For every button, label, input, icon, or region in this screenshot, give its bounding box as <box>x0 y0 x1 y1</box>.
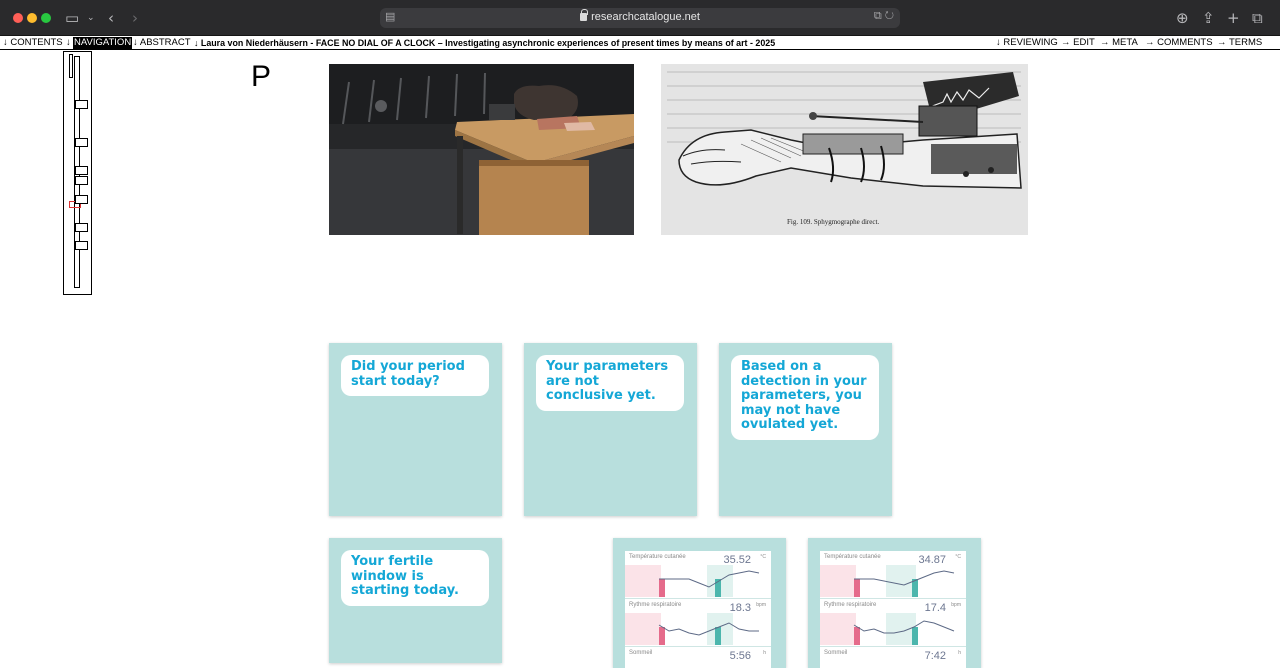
tab-overview-icon[interactable]: ⧉ <box>1252 9 1263 27</box>
metric-respiratory-rate: Rythme respiratoire 17.4 bpm <box>820 599 966 647</box>
metric-value: 7:42 <box>924 650 946 662</box>
exposition-title: ↓ Laura von Niederhäusern - FACE NO DIAL… <box>194 38 776 48</box>
notification-bubble: Did your period start today? <box>341 355 489 397</box>
navigator-block[interactable] <box>75 223 88 232</box>
engraving-caption: Fig. 109. Sphygmographe direct. <box>787 218 879 226</box>
section-letter: P <box>251 60 272 93</box>
navigator-block[interactable] <box>75 138 88 147</box>
metric-label: Rythme respiratoire <box>824 602 877 608</box>
metric-unit: h <box>763 650 766 656</box>
reload-icon[interactable]: ⧉ ↻ <box>874 10 894 23</box>
metric-label: Rythme respiratoire <box>629 602 682 608</box>
notification-bubble: Your parameters are not conclusive yet. <box>536 355 684 411</box>
navigator-scroll-marker[interactable] <box>69 54 73 78</box>
exposition-navigator[interactable] <box>63 51 92 295</box>
metrics-panel: Température cutanée 35.52 °C Rythme resp… <box>625 551 771 668</box>
metric-skin-temperature: Température cutanée 34.87 °C <box>820 551 966 599</box>
contents-link[interactable]: ↓ CONTENTS <box>3 37 63 49</box>
metric-label: Température cutanée <box>629 554 686 560</box>
meta-link[interactable]: → META <box>1100 37 1138 49</box>
metric-unit: bpm <box>756 602 766 608</box>
back-arrow-icon[interactable]: ‹ <box>108 9 114 27</box>
metric-unit: °C <box>955 554 961 560</box>
metric-sleep: Sommeil 5:56 h <box>625 647 771 668</box>
forward-arrow-icon[interactable]: › <box>132 9 138 27</box>
lock-icon <box>580 9 589 21</box>
respiration-sparkline <box>820 613 955 645</box>
sidebar-icon[interactable]: ▭ <box>65 9 79 27</box>
metric-unit: bpm <box>951 602 961 608</box>
metric-unit: °C <box>760 554 766 560</box>
browser-toolbar: ▭ ⌄ ‹ › ▤ researchcatalogue.net ⧉ ↻ ⊕ ⇪ … <box>0 0 1280 36</box>
address-bar[interactable]: ▤ researchcatalogue.net ⧉ ↻ <box>380 8 900 28</box>
respiration-sparkline <box>625 613 759 645</box>
research-catalogue-menu: ↓ CONTENTS ↓ NAVIGATION ↓ ABSTRACT ↓ Lau… <box>0 37 1280 50</box>
metric-label: Sommeil <box>824 650 848 656</box>
comments-link[interactable]: → COMMENTS <box>1145 37 1213 49</box>
metric-respiratory-rate: Rythme respiratoire 18.3 bpm <box>625 599 771 647</box>
download-icon[interactable]: ⊕ <box>1176 9 1189 27</box>
url-text: researchcatalogue.net <box>591 11 700 23</box>
metric-sleep: Sommeil 7:42 h <box>820 647 966 668</box>
chevron-down-icon[interactable]: ⌄ <box>87 9 95 27</box>
close-window-button[interactable] <box>13 13 23 23</box>
metric-value: 5:56 <box>729 650 751 662</box>
new-tab-icon[interactable]: + <box>1227 9 1240 27</box>
temperature-sparkline <box>625 565 760 597</box>
metrics-panel: Température cutanée 34.87 °C Rythme resp… <box>820 551 966 668</box>
metric-label: Sommeil <box>629 650 653 656</box>
share-icon[interactable]: ⇪ <box>1202 9 1215 27</box>
metric-skin-temperature: Température cutanée 35.52 °C <box>625 551 771 599</box>
navigator-block[interactable] <box>75 166 88 175</box>
minimize-window-button[interactable] <box>27 13 37 23</box>
navigator-block[interactable] <box>75 100 88 109</box>
engraving-sphygmograph-illustration: Fig. 109. Sphygmographe direct. <box>661 64 1028 235</box>
photo-person-resting-on-desk <box>329 64 634 235</box>
zoom-window-button[interactable] <box>41 13 51 23</box>
navigation-link[interactable]: NAVIGATION <box>73 37 133 49</box>
navigator-block[interactable] <box>75 195 88 204</box>
temperature-sparkline <box>820 565 955 597</box>
notification-card: Your fertile window is starting today. <box>329 538 502 663</box>
navigator-block[interactable] <box>75 176 88 185</box>
navigator-block[interactable] <box>75 241 88 250</box>
notification-bubble: Based on a detection in your parameters,… <box>731 355 879 440</box>
notification-card: Did your period start today? <box>329 343 502 516</box>
cycle-metrics-card: Température cutanée 34.87 °C Rythme resp… <box>808 538 981 668</box>
cycle-metrics-card: Température cutanée 35.52 °C Rythme resp… <box>613 538 786 668</box>
edit-link[interactable]: → EDIT <box>1061 37 1095 49</box>
reviewing-link[interactable]: ↓ REVIEWING <box>996 37 1058 49</box>
notification-bubble: Your fertile window is starting today. <box>341 550 489 606</box>
notification-card: Your parameters are not conclusive yet. <box>524 343 697 516</box>
abstract-link[interactable]: ↓ ABSTRACT <box>133 37 191 49</box>
navigation-arrow: ↓ <box>66 37 71 48</box>
metric-unit: h <box>958 650 961 656</box>
metric-label: Température cutanée <box>824 554 881 560</box>
notification-card: Based on a detection in your parameters,… <box>719 343 892 516</box>
terms-link[interactable]: → TERMS <box>1217 37 1262 49</box>
